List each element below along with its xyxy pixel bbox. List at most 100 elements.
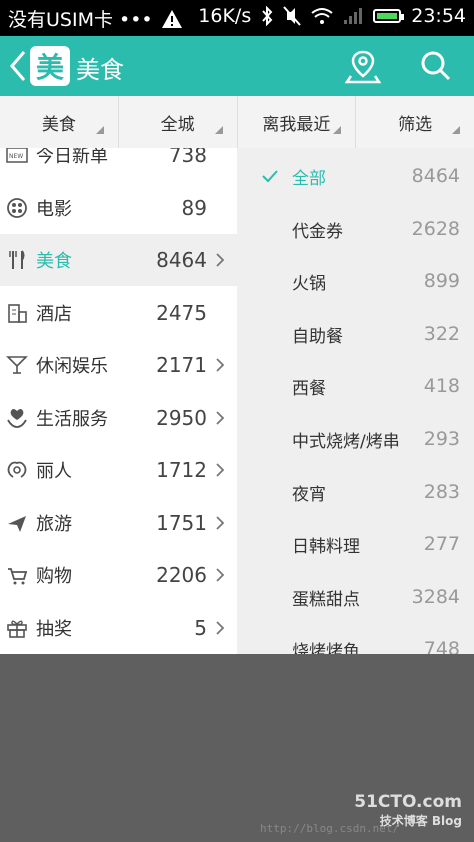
subcategory-label: 烧烤烤鱼 [292,641,360,655]
category-label: 生活服务 [36,409,108,430]
tab-area[interactable]: 全城 [119,96,238,148]
category-count: 1751 [156,511,207,535]
subcategory-label: 日韩料理 [292,536,360,557]
subcategory-item[interactable]: 夜宵 283 [237,466,474,518]
warning-icon [161,9,182,28]
category-count: 8464 [156,248,207,272]
category-item-hotel[interactable]: 酒店 2475 [0,287,237,339]
tab-label: 美食 [41,114,76,135]
subcategory-item[interactable]: 烧烤烤鱼 748 [237,623,474,654]
category-label: 休闲娱乐 [36,356,108,377]
category-item-beauty[interactable]: 丽人 1712 [0,444,237,496]
beauty-icon [7,461,27,478]
subcategory-label: 夜宵 [292,484,326,505]
gift-icon [7,620,27,638]
mute-icon [283,6,301,26]
subcategory-label: 自助餐 [292,326,343,347]
dropdown-triangle-icon [214,126,223,134]
category-count: 5 [194,616,207,640]
page-title: 美食 [76,56,124,84]
chevron-right-icon [216,621,225,635]
wifi-icon [311,8,333,24]
subcategory-label: 西餐 [292,378,326,399]
subcategory-label: 火锅 [292,273,326,294]
category-item-lottery[interactable]: 抽奖 5 [0,602,237,654]
category-count: 2475 [156,301,207,325]
dropdown-triangle-icon [333,126,342,134]
subcategory-item[interactable]: 日韩料理 277 [237,518,474,570]
subcategory-count: 277 [423,533,460,555]
subcategory-item[interactable]: 蛋糕甜点 3284 [237,571,474,623]
chevron-right-icon [216,463,225,477]
category-label: 今日新单 [36,148,108,167]
tab-category[interactable]: 美食 [0,96,119,148]
category-item-life-service[interactable]: 生活服务 2950 [0,392,237,444]
shopping-cart-icon [8,568,28,585]
location-pin-icon[interactable] [343,46,383,86]
utensils-icon [9,250,25,269]
watermark-url: http://blog.csdn.net/ [260,822,400,835]
subcategory-count: 418 [423,375,460,397]
battery-icon [373,9,405,23]
category-label: 丽人 [36,461,72,482]
category-label: 电影 [36,199,72,220]
tab-label: 离我最近 [262,114,331,135]
airplane-icon [8,516,26,532]
cocktail-icon [6,356,28,374]
subcategory-item[interactable]: 火锅 899 [237,255,474,307]
bluetooth-icon [262,6,273,26]
subcategory-item[interactable]: 中式烧烤/烤串 293 [237,413,474,465]
category-count: 2206 [156,563,207,587]
tab-sort[interactable]: 离我最近 [238,96,357,148]
subcategory-count: 8464 [411,165,460,187]
subcategory-count: 748 [423,638,460,654]
subcategory-list[interactable]: 全部 8464 代金券 2628 火锅 899 自助餐 322 西餐 418 中… [237,148,474,654]
tab-filter[interactable]: 筛选 [356,96,474,148]
film-reel-icon [7,198,27,218]
subcategory-item[interactable]: 自助餐 322 [237,308,474,360]
subcategory-item[interactable]: 代金券 2628 [237,203,474,255]
category-count: 89 [181,196,207,220]
category-label: 购物 [36,566,72,587]
status-bar: 没有USIM卡 ••• 16K/s 23:54 [0,0,474,36]
network-speed: 16K/s [198,5,252,27]
tab-label: 筛选 [398,114,433,135]
subcategory-count: 3284 [411,586,460,608]
category-label: 抽奖 [36,619,72,640]
category-item-travel[interactable]: 旅游 1751 [0,497,237,549]
tab-label: 全城 [160,114,195,135]
chevron-right-icon [216,516,225,530]
category-item-new[interactable]: NEW 今日新单 738 [0,148,237,181]
category-item-food[interactable]: 美食 8464 [0,234,237,286]
back-icon[interactable] [6,48,30,84]
signal-icon [344,8,363,24]
dropdown-triangle-icon [452,126,460,134]
category-count: 738 [168,148,207,167]
category-label: 旅游 [36,514,72,535]
clock: 23:54 [411,5,466,27]
category-list[interactable]: NEW 今日新单 738 电影 89 美食 8464 酒店 2475 休闲娱乐 … [0,148,237,654]
category-item-shopping[interactable]: 购物 2206 [0,549,237,601]
category-item-entertainment[interactable]: 休闲娱乐 2171 [0,339,237,391]
dropdown-triangle-icon [95,126,104,134]
svg-text:NEW: NEW [9,153,23,160]
search-icon[interactable] [416,46,456,86]
subcategory-count: 293 [423,428,460,450]
new-badge-icon: NEW [6,148,28,163]
subcategory-item[interactable]: 全部 8464 [237,150,474,202]
category-label: 酒店 [36,304,72,325]
category-label: 美食 [36,251,72,272]
subcategory-item[interactable]: 西餐 418 [237,360,474,412]
category-count: 2950 [156,406,207,430]
subcategory-count: 283 [423,481,460,503]
chevron-right-icon [216,253,225,267]
checkmark-icon [262,170,278,183]
chevron-right-icon [216,358,225,372]
subcategory-label: 中式烧烤/烤串 [292,431,400,452]
app-header: 美 美食 [0,36,474,96]
subcategory-label: 代金券 [292,221,343,242]
service-hands-icon [7,409,27,428]
watermark-blog-en: Blog [431,814,462,828]
category-item-movie[interactable]: 电影 89 [0,182,237,234]
subcategory-label: 全部 [292,168,326,189]
